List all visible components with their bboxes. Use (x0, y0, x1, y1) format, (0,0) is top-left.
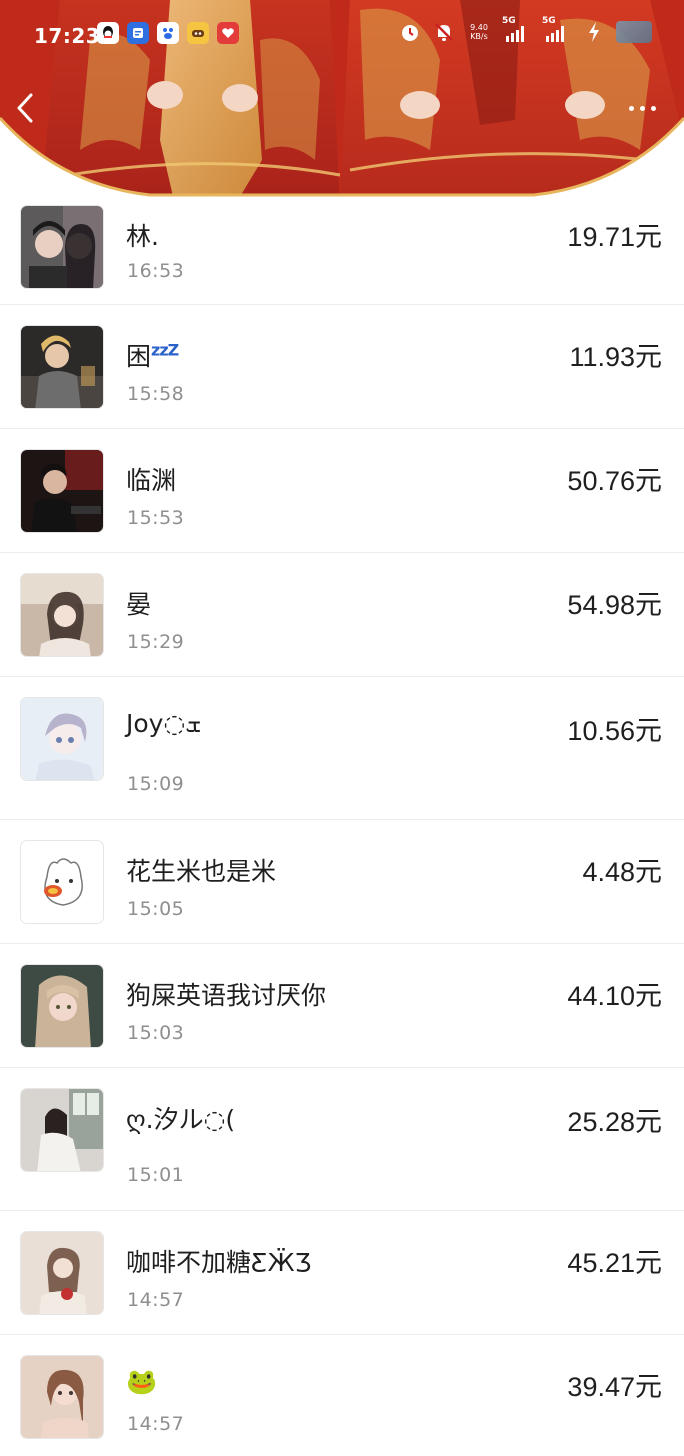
list-item[interactable]: 临渊 15:53 50.76元 (0, 429, 684, 553)
baidu-icon (157, 22, 179, 44)
receive-time: 15:29 (127, 631, 185, 653)
chevron-left-icon (17, 93, 33, 123)
status-bar: 17:23 9.40 KB/s 5G 5G (0, 0, 684, 72)
status-time: 17:23 (34, 24, 101, 48)
notification-app-icons (97, 22, 239, 44)
avatar (20, 1355, 104, 1439)
avatar (20, 449, 104, 533)
avatar (20, 205, 104, 289)
avatar (20, 840, 104, 924)
sender-name: 林. (126, 222, 159, 251)
list-item[interactable]: Joy◌ܫ 15:09 10.56元 (0, 677, 684, 820)
sender-name: Joy◌ܫ (126, 709, 202, 738)
more-options-button[interactable] (620, 96, 664, 120)
sender-name: 花生米也是米 (126, 857, 277, 886)
avatar (20, 697, 104, 781)
list-item[interactable]: 🐸 14:57 39.47元 (0, 1335, 684, 1455)
header-banner: 17:23 9.40 KB/s 5G 5G (0, 0, 684, 205)
amount: 10.56元 (567, 716, 662, 746)
amount: 45.21元 (567, 1248, 662, 1278)
avatar (20, 573, 104, 657)
avatar (20, 964, 104, 1048)
receive-time: 15:01 (127, 1164, 185, 1186)
sleep-zzz-icon: zzZ (151, 340, 179, 360)
sender-name: 🐸 (126, 1367, 158, 1396)
qq-icon (97, 22, 119, 44)
amount: 25.28元 (567, 1107, 662, 1137)
amount: 11.93元 (569, 342, 662, 372)
network-speed-value: 9.40 (470, 23, 488, 32)
sender-name: 咖啡不加糖ƸӜƷ (126, 1248, 312, 1277)
sender-name: 晏 (126, 590, 152, 619)
receive-time: 15:53 (127, 507, 185, 529)
bolt-icon (582, 20, 606, 44)
amount: 44.10元 (567, 981, 662, 1011)
signal-2-icon: 5G (542, 16, 572, 42)
receive-time: 15:09 (127, 773, 185, 795)
list-item[interactable]: 咖啡不加糖ƸӜƷ 14:57 45.21元 (0, 1211, 684, 1335)
amount: 50.76元 (567, 466, 662, 496)
alarm-icon (398, 20, 422, 44)
avatar (20, 1088, 104, 1172)
battery-icon (616, 21, 652, 43)
receive-time: 14:57 (127, 1289, 185, 1311)
sender-name: 临渊 (126, 466, 177, 495)
sender-name: 狗屎英语我讨厌你 (126, 981, 327, 1010)
receive-time: 14:57 (127, 1413, 185, 1435)
list-item[interactable]: 困zzZ 15:58 11.93元 (0, 305, 684, 429)
health-app-icon (217, 22, 239, 44)
signal-1-icon: 5G (502, 16, 532, 42)
docs-icon (127, 22, 149, 44)
receive-time: 16:53 (127, 260, 185, 282)
more-dots-icon (628, 105, 634, 111)
receive-time: 15:03 (127, 1022, 185, 1044)
system-status-icons: 9.40 KB/s 5G 5G (398, 16, 652, 44)
signal-1-label: 5G (502, 16, 516, 26)
amount: 4.48元 (582, 857, 662, 887)
games-icon (187, 22, 209, 44)
mute-icon (432, 20, 456, 44)
receive-time: 15:58 (127, 383, 185, 405)
list-item[interactable]: 林. 16:53 19.71元 (0, 205, 684, 305)
list-item[interactable]: 晏 15:29 54.98元 (0, 553, 684, 677)
list-item[interactable]: 狗屎英语我讨厌你 15:03 44.10元 (0, 944, 684, 1068)
avatar (20, 325, 104, 409)
signal-2-label: 5G (542, 16, 556, 26)
sender-name-text: 困 (126, 342, 152, 371)
back-button[interactable] (10, 90, 40, 126)
network-speed-unit: KB/s (470, 32, 488, 41)
amount: 19.71元 (567, 222, 662, 252)
receive-time: 15:05 (127, 898, 185, 920)
red-packet-record-list: 林. 16:53 19.71元 困zzZ 15:58 11.93元 临渊 15:… (0, 205, 684, 1455)
network-speed: 9.40 KB/s (466, 23, 492, 41)
avatar (20, 1231, 104, 1315)
list-item[interactable]: 花生米也是米 15:05 4.48元 (0, 820, 684, 944)
sender-name: ღ.汐ル◌( (126, 1105, 236, 1134)
list-item[interactable]: ღ.汐ル◌( 15:01 25.28元 (0, 1068, 684, 1211)
amount: 54.98元 (567, 590, 662, 620)
amount: 39.47元 (567, 1372, 662, 1402)
sender-name: 困zzZ (126, 337, 179, 373)
